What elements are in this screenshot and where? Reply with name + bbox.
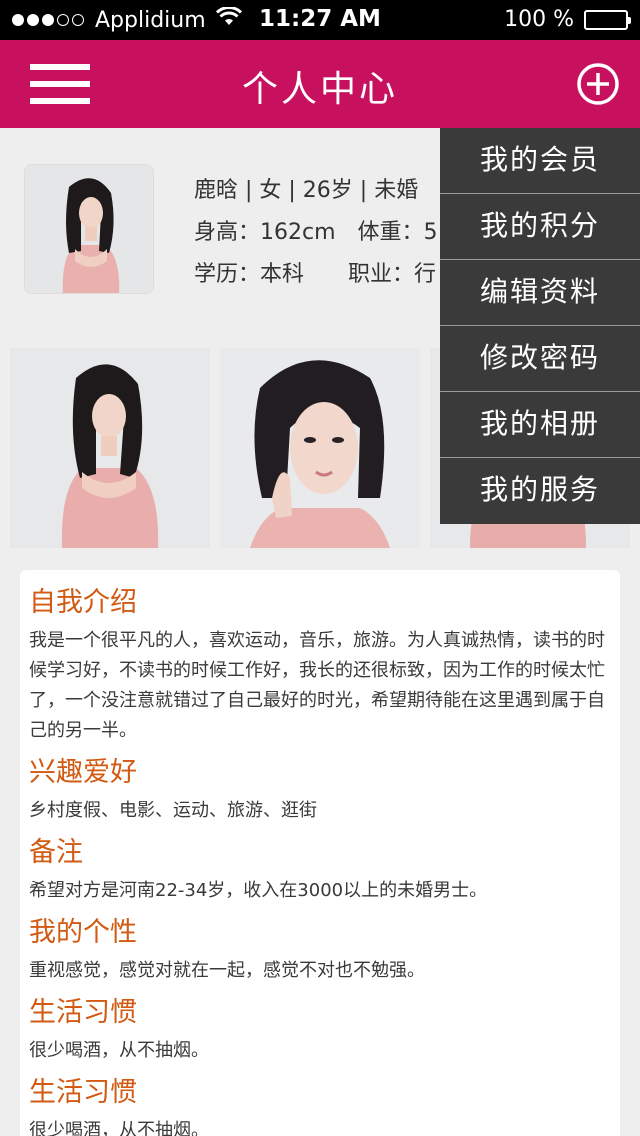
album-photo[interactable] [220, 348, 420, 548]
section-title: 自我介绍 [29, 587, 137, 618]
menu-item-album[interactable]: 我的相册 [440, 392, 640, 458]
profile-occupation: 职业：行 [348, 262, 437, 287]
section-body: 很少喝酒，从不抽烟。 [29, 1040, 209, 1061]
section-body: 希望对方是河南22-34岁，收入在3000以上的未婚男士。 [29, 880, 488, 901]
profile-education-occupation: 学历：本科 职业：行 [194, 256, 436, 288]
profile-height: 身高：162cm [194, 220, 336, 245]
section-body: 重视感觉，感觉对就在一起，感觉不对也不勉强。 [29, 960, 425, 981]
page-title: 个人中心 [241, 69, 398, 110]
profile-height-weight: 身高：162cm 体重：5 [194, 214, 438, 246]
status-right: 100 % [504, 7, 631, 32]
status-bar: Applidium 11:27 AM 100 % [0, 0, 640, 40]
menu-item-change-password[interactable]: 修改密码 [440, 326, 640, 392]
section-title: 生活习惯 [29, 997, 137, 1028]
section-title: 生活习惯 [29, 1077, 137, 1108]
avatar[interactable] [24, 164, 154, 294]
circle-plus-icon[interactable] [576, 62, 620, 106]
profile-details-card: 自我介绍 我是一个很平凡的人，喜欢运动，音乐，旅游。为人真诚热情，读书的时候学习… [20, 570, 620, 1136]
section-hobbies: 兴趣爱好 乡村度假、电影、运动、旅游、逛街 [29, 756, 612, 826]
section-body: 乡村度假、电影、运动、旅游、逛街 [29, 800, 317, 821]
hamburger-icon[interactable] [30, 64, 90, 104]
section-body: 很少喝酒，从不抽烟。 [29, 1120, 209, 1136]
menu-item-edit-profile[interactable]: 编辑资料 [440, 260, 640, 326]
menu-item-membership[interactable]: 我的会员 [440, 128, 640, 194]
profile-weight: 体重：5 [357, 220, 438, 245]
dropdown-menu: 我的会员 我的积分 编辑资料 修改密码 我的相册 我的服务 [440, 128, 640, 524]
section-title: 备注 [29, 837, 83, 868]
menu-item-services[interactable]: 我的服务 [440, 458, 640, 524]
section-habits: 生活习惯 很少喝酒，从不抽烟。 [29, 996, 612, 1066]
battery-percent: 100 % [504, 7, 574, 32]
section-intro: 自我介绍 我是一个很平凡的人，喜欢运动，音乐，旅游。为人真诚热情，读书的时候学习… [29, 586, 612, 746]
section-title: 我的个性 [29, 917, 137, 948]
nav-bar: 个人中心 [0, 40, 640, 128]
album-photo[interactable] [10, 348, 210, 548]
profile-education: 学历：本科 [194, 262, 305, 287]
section-body: 我是一个很平凡的人，喜欢运动，音乐，旅游。为人真诚热情，读书的时候学习好，不读书… [29, 630, 605, 741]
battery-icon [584, 9, 631, 30]
section-habits-2: 生活习惯 很少喝酒，从不抽烟。 [29, 1076, 612, 1136]
section-personality: 我的个性 重视感觉，感觉对就在一起，感觉不对也不勉强。 [29, 916, 612, 986]
profile-summary: 鹿晗 | 女 | 26岁 | 未婚 [194, 178, 419, 203]
section-title: 兴趣爱好 [29, 757, 137, 788]
menu-item-points[interactable]: 我的积分 [440, 194, 640, 260]
section-remarks: 备注 希望对方是河南22-34岁，收入在3000以上的未婚男士。 [29, 836, 612, 906]
